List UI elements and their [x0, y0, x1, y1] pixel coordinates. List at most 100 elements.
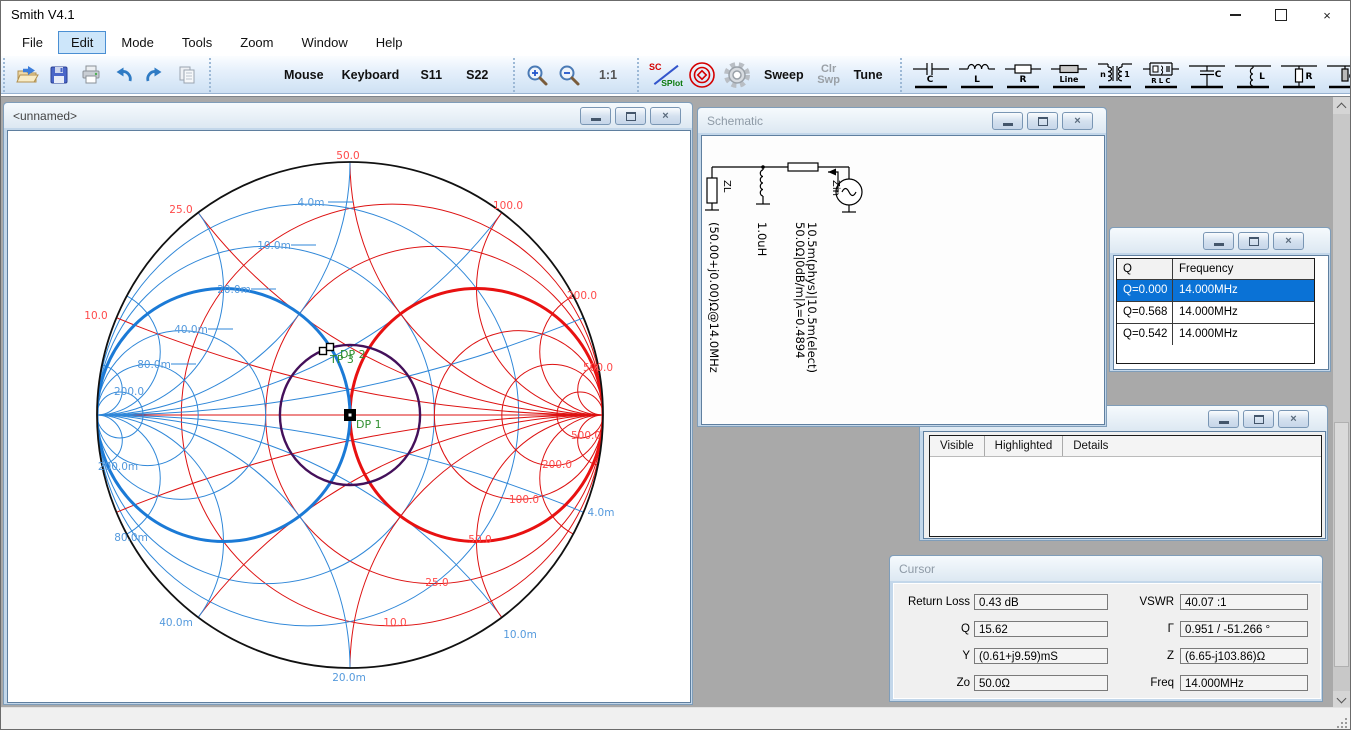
load-value: (50.00+j0.00)Ω@14.0MHz: [707, 222, 721, 373]
svg-text:80.0m: 80.0m: [137, 359, 171, 371]
component-series-line-button[interactable]: Line: [1048, 59, 1090, 91]
line-value-1: 50.0Ω|0dB/m|λ=0.4894: [793, 222, 807, 358]
column-header-q[interactable]: Q: [1117, 259, 1173, 279]
cursor-field-value[interactable]: 15.62: [974, 621, 1108, 637]
vertical-scrollbar[interactable]: [1333, 97, 1350, 708]
cursor-field-value[interactable]: (6.65-j103.86)Ω: [1180, 648, 1308, 664]
cursor-window: Cursor Return Loss0.43 dBVSWR40.07 :1Q15…: [889, 555, 1323, 702]
smith-plot-icon[interactable]: [687, 60, 717, 90]
component-transformer-button[interactable]: n1: [1094, 59, 1136, 91]
gear-icon[interactable]: [721, 60, 753, 90]
cursor-field-value[interactable]: 0.43 dB: [974, 594, 1108, 610]
svg-text:L: L: [974, 75, 980, 85]
smith-chart-canvas[interactable]: 10.025.050.0100.0200.0500.0500.0200.0100…: [7, 130, 691, 703]
print-icon[interactable]: [77, 60, 105, 90]
cursor-field-value[interactable]: (0.61+j9.59)mS: [974, 648, 1108, 664]
svg-text:1: 1: [1124, 70, 1130, 79]
scrollbar-thumb[interactable]: [1334, 422, 1349, 667]
close-icon[interactable]: ×: [1304, 1, 1350, 29]
chart-window-titlebar[interactable]: <unnamed> ×: [4, 103, 692, 128]
component-shunt-inductor-button[interactable]: L: [1232, 59, 1274, 91]
restore-icon[interactable]: [1238, 232, 1269, 250]
schematic-window-titlebar[interactable]: Schematic ×: [698, 108, 1106, 133]
component-series-resistor-button[interactable]: R: [1002, 59, 1044, 91]
scroll-up-icon[interactable]: [1333, 97, 1350, 114]
zoom-1to1-button[interactable]: 1:1: [587, 60, 629, 90]
zoom-in-icon[interactable]: [523, 60, 551, 90]
menu-help[interactable]: Help: [363, 31, 416, 54]
clear-sweep-button[interactable]: ClrSwp: [815, 60, 843, 90]
close-icon[interactable]: ×: [650, 107, 681, 125]
component-open-stub-button[interactable]: OS: [1324, 59, 1351, 91]
component-series-inductor-button[interactable]: L: [956, 59, 998, 91]
restore-icon[interactable]: [1243, 410, 1274, 428]
svg-text:n: n: [1100, 70, 1106, 79]
copy-icon[interactable]: [173, 60, 201, 90]
mode-button-s11[interactable]: S11: [410, 60, 452, 90]
datapoints-header: Q Frequency: [1117, 259, 1314, 279]
cursor-field-label: Freq: [1114, 677, 1174, 689]
smith-chart[interactable]: 10.025.050.0100.0200.0500.0500.0200.0100…: [8, 131, 691, 703]
cursor-field-label: Zo: [896, 677, 970, 689]
restore-icon[interactable]: [1027, 112, 1058, 130]
minimize-icon[interactable]: [1203, 232, 1234, 250]
chart-window: <unnamed> × 10.025.050.0100.0200.0500.05…: [3, 102, 693, 705]
cursor-field-label: Q: [896, 623, 970, 635]
component-shunt-capacitor-button[interactable]: C: [1186, 59, 1228, 91]
column-header-visible[interactable]: Visible: [930, 436, 985, 456]
mode-button-keyboard[interactable]: Keyboard: [335, 60, 407, 90]
minimize-icon[interactable]: [580, 107, 611, 125]
minimize-icon[interactable]: [1208, 410, 1239, 428]
datapoints-window-titlebar[interactable]: ×: [1110, 228, 1330, 253]
zin-label: Zin: [830, 180, 841, 196]
cursor-field-value[interactable]: 40.07 :1: [1180, 594, 1308, 610]
column-header-highlighted[interactable]: Highlighted: [985, 436, 1064, 456]
minimize-icon[interactable]: [1212, 1, 1258, 29]
restore-icon[interactable]: [615, 107, 646, 125]
shunt-inductor-symbol: [760, 170, 763, 196]
cursor-field-label: Γ: [1114, 623, 1174, 635]
minimize-icon[interactable]: [992, 112, 1023, 130]
sc-label: SC: [649, 62, 662, 72]
close-icon[interactable]: ×: [1278, 410, 1309, 428]
component-series-rlc-button[interactable]: RLC: [1140, 59, 1182, 91]
component-series-capacitor-button[interactable]: C: [910, 59, 952, 91]
zoom-out-icon[interactable]: [555, 60, 583, 90]
open-file-icon[interactable]: [13, 60, 41, 90]
menu-file[interactable]: File: [9, 31, 56, 54]
undo-icon[interactable]: [109, 60, 137, 90]
cursor-field-value[interactable]: 0.951 / -51.266 °: [1180, 621, 1308, 637]
sc-splot-toggle-button[interactable]: SC SPlot: [647, 60, 683, 90]
swp-label: Swp: [817, 74, 840, 86]
menu-mode[interactable]: Mode: [108, 31, 167, 54]
menu-edit[interactable]: Edit: [58, 31, 106, 54]
component-shunt-resistor-button[interactable]: R: [1278, 59, 1320, 91]
close-icon[interactable]: ×: [1062, 112, 1093, 130]
mode-button-s22[interactable]: S22: [456, 60, 498, 90]
save-icon[interactable]: [45, 60, 73, 90]
schematic-canvas[interactable]: ZL Zin (50.00+j0.00)Ω@14.0MHz 1.0uH 50.0…: [701, 135, 1105, 425]
mode-button-mouse[interactable]: Mouse: [277, 60, 331, 90]
svg-text:50.0: 50.0: [468, 534, 491, 546]
maximize-icon[interactable]: [1258, 1, 1304, 29]
column-header-details[interactable]: Details: [1063, 436, 1118, 456]
tune-button[interactable]: Tune: [847, 60, 890, 90]
menu-tools[interactable]: Tools: [169, 31, 225, 54]
datapoint-row[interactable]: Q=0.56814.000MHz: [1117, 301, 1314, 323]
menu-window[interactable]: Window: [288, 31, 360, 54]
svg-text:10.0m: 10.0m: [257, 240, 291, 252]
close-icon[interactable]: ×: [1273, 232, 1304, 250]
cursor-field-value[interactable]: 50.0Ω: [974, 675, 1108, 691]
cursor-field-value[interactable]: 14.000MHz: [1180, 675, 1308, 691]
column-header-frequency[interactable]: Frequency: [1173, 259, 1314, 279]
datapoint-row[interactable]: Q=0.54214.000MHz: [1117, 323, 1314, 345]
menu-zoom[interactable]: Zoom: [227, 31, 286, 54]
sweep-button[interactable]: Sweep: [757, 60, 811, 90]
cursor-window-titlebar[interactable]: Cursor: [890, 556, 1322, 581]
scroll-down-icon[interactable]: [1333, 691, 1350, 708]
svg-text:Line: Line: [1059, 75, 1079, 84]
redo-icon[interactable]: [141, 60, 169, 90]
datapoint-row[interactable]: Q=0.00014.000MHz: [1117, 279, 1314, 301]
svg-text:500.0: 500.0: [571, 430, 601, 442]
resize-grip[interactable]: [1335, 716, 1347, 728]
